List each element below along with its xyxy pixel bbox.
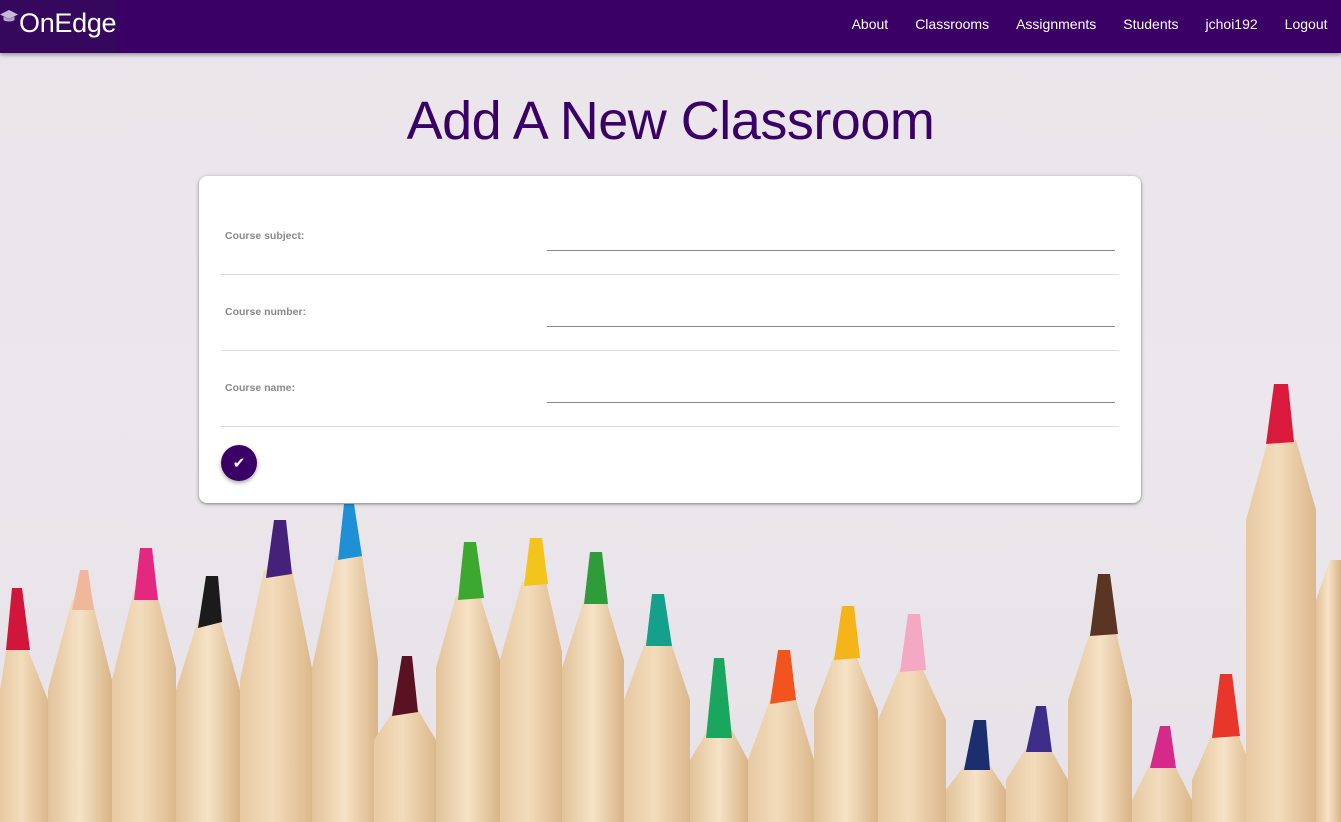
course-number-label: Course number: — [225, 306, 307, 318]
course-subject-input[interactable] — [547, 228, 1115, 251]
top-navbar: OnEdge About Classrooms Assignments Stud… — [0, 0, 1341, 53]
submit-button[interactable]: ✔ — [221, 445, 257, 481]
nav-about-link[interactable]: About — [838, 16, 902, 32]
new-classroom-form-card: Course subject: Course number: Course na… — [199, 176, 1141, 503]
graduation-cap-icon — [0, 10, 18, 22]
page-title: Add A New Classroom — [406, 91, 935, 151]
nav-user-link[interactable]: jchoi192 — [1192, 16, 1271, 32]
brand-logo-link[interactable]: OnEdge — [0, 0, 118, 53]
nav-assignments-link[interactable]: Assignments — [1003, 16, 1110, 32]
brand-name: OnEdge — [19, 8, 117, 38]
nav-menu: About Classrooms Assignments Students jc… — [838, 0, 1341, 48]
nav-students-link[interactable]: Students — [1110, 16, 1192, 32]
course-name-input[interactable] — [547, 380, 1115, 403]
course-name-label: Course name: — [225, 382, 296, 394]
course-subject-row: Course subject: — [221, 198, 1119, 275]
course-number-row: Course number: — [221, 274, 1119, 351]
nav-classrooms-link[interactable]: Classrooms — [902, 16, 1003, 32]
course-name-row: Course name: — [221, 350, 1119, 427]
checkmark-icon: ✔ — [232, 453, 246, 472]
nav-logout-link[interactable]: Logout — [1271, 16, 1341, 32]
course-subject-label: Course subject: — [225, 230, 305, 242]
course-number-input[interactable] — [547, 304, 1115, 327]
